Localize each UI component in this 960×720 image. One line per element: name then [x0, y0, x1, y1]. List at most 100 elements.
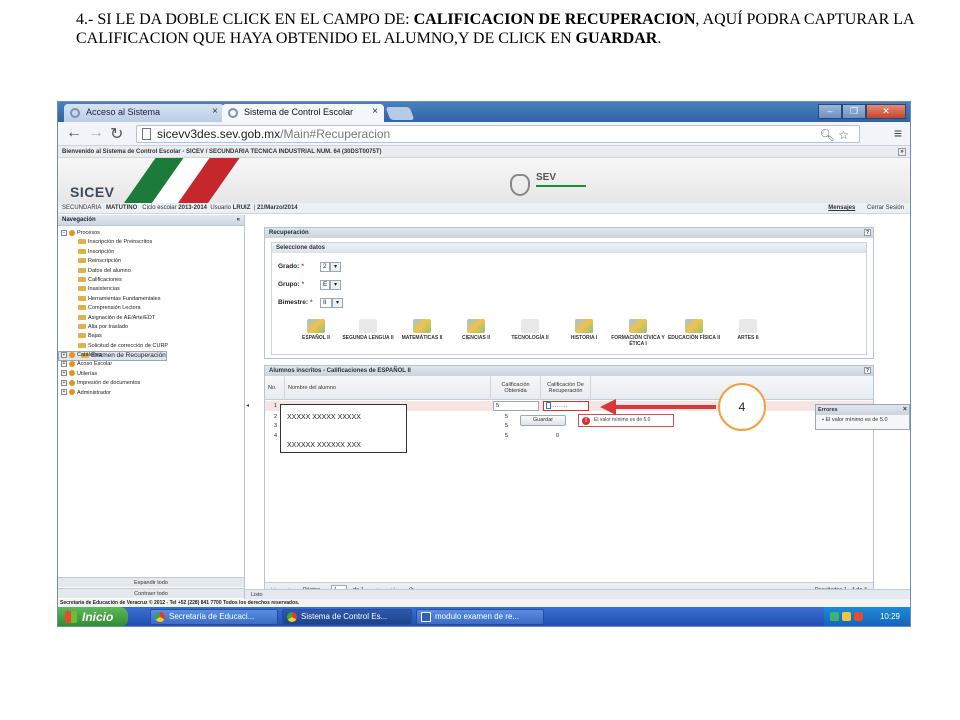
save-button[interactable]: Guardar [520, 415, 566, 426]
sidebar-item[interactable]: Herramientas Fundamentales [58, 295, 244, 304]
grupo-select[interactable]: E ▾ [320, 280, 341, 290]
subject-matematicas[interactable]: MATEMÁTICAS II [392, 319, 452, 341]
tree-impresion[interactable]: + Impresión de documentos [58, 379, 244, 388]
fieldset-title: Seleccione datos [272, 243, 866, 253]
window-close-icon[interactable]: ✕ [866, 104, 906, 119]
restore-icon[interactable]: ❐ [842, 104, 866, 119]
clock: 10:29 [879, 612, 900, 621]
expand-node-icon[interactable]: + [61, 389, 67, 396]
expand-all-button[interactable]: Expandir todo [58, 577, 244, 587]
back-icon[interactable]: ← [66, 124, 82, 142]
chevron-down-icon[interactable]: ▾ [330, 280, 341, 290]
student-name: XXXXX XXXXX XXXXX [287, 414, 361, 421]
logout-link[interactable]: Cerrar Sesión [867, 205, 904, 211]
sidebar-item[interactable]: Bajas [58, 332, 244, 341]
sidebar-item[interactable]: Alta por traslado [58, 323, 244, 332]
sidebar-item[interactable]: Calificaciones [58, 276, 244, 285]
user-value: LRUIZ [232, 205, 251, 211]
start-button[interactable]: Inicio [58, 607, 128, 626]
status-text: Listo [245, 589, 910, 599]
session-actions: Mensajes Cerrar Sesión [828, 203, 904, 214]
grade-value: 5 [496, 403, 500, 409]
address-bar[interactable]: sicevv3des.sev.gob.mx/Main#Recuperacion … [136, 125, 860, 143]
subject-segunda-lengua[interactable]: SEGUNDA LENGUA II [338, 319, 398, 341]
subject-ciencias[interactable]: CIENCIAS II [446, 319, 506, 341]
tab-control-escolar[interactable]: Sistema de Control Escolar × [222, 104, 384, 122]
subject-artes[interactable]: ARTES II [718, 319, 778, 341]
chrome-icon [287, 612, 297, 622]
tooltip-text: El valor mínimo es de 5.0 [594, 417, 651, 423]
subject-historia[interactable]: HISTORIA I [554, 319, 614, 341]
student-name: XXXXXX XXXXXX XXX [287, 442, 361, 449]
grado-select[interactable]: 2 ▾ [320, 262, 341, 272]
expand-node-icon[interactable]: + [61, 361, 67, 368]
help-icon[interactable]: ? [864, 229, 871, 236]
close-icon[interactable]: × [903, 405, 907, 415]
subject-espanol[interactable]: ESPAÑOL II [286, 319, 346, 341]
expand-node-icon[interactable]: + [61, 351, 67, 358]
taskbar-item-active[interactable]: Sistema de Control Es... [282, 609, 412, 625]
recuperacion-panel: Recuperación ? Seleccione datos Grado: * … [264, 227, 874, 359]
tree-label: Acoso Escolar [77, 361, 113, 368]
required-mark: * [309, 299, 313, 306]
tree-label: Impresión de documentos [77, 380, 141, 387]
sidebar-item[interactable]: Inasistencias [58, 285, 244, 294]
column-recovery[interactable]: Calificación De Recuperación [541, 376, 591, 400]
folder-icon [78, 305, 86, 311]
collapse-node-icon[interactable]: − [61, 229, 67, 236]
minimize-icon[interactable]: – [818, 104, 842, 119]
volume-icon[interactable] [854, 612, 863, 621]
level-text: SECUNDARIA [62, 205, 102, 211]
column-name[interactable]: Nombre del alumno [285, 376, 491, 400]
reload-icon[interactable]: ↻ [110, 124, 123, 144]
sidebar-item[interactable]: Reinscripción [58, 257, 244, 266]
subject-formacion-civica[interactable]: FORMACIÓN CÍVICA Y ÉTICA I [608, 319, 668, 347]
column-no[interactable]: No. [265, 376, 285, 400]
tab-close-icon[interactable]: × [212, 106, 218, 117]
tab-close-icon[interactable]: × [372, 106, 378, 117]
help-icon[interactable]: ? [864, 367, 871, 374]
expand-node-icon[interactable]: + [61, 379, 67, 386]
chevron-down-icon[interactable]: ▾ [332, 298, 343, 308]
expand-node-icon[interactable]: + [61, 370, 67, 377]
tree-catalogos[interactable]: + Catálogos [58, 351, 244, 360]
browser-menu-icon[interactable]: ≡ [894, 125, 902, 141]
sidebar-item[interactable]: Inscripción [58, 248, 244, 257]
subject-educacion-fisica[interactable]: EDUCACIÓN FÍSICA II [664, 319, 724, 341]
subject-tecnologia[interactable]: TECNOLOGÍA II [500, 319, 560, 341]
taskbar-item[interactable]: modulo examen de re... [416, 609, 544, 625]
shield-icon[interactable] [842, 612, 851, 621]
chevron-down-icon[interactable]: ▾ [330, 262, 341, 272]
tree-utilerias[interactable]: + Utilerías [58, 370, 244, 379]
taskbar-item[interactable]: Secretaría de Educaci... [150, 609, 278, 625]
sidebar-item[interactable]: Asignación de AE/Arte/EDT [58, 314, 244, 323]
collapse-all-button[interactable]: Contraer todo [58, 588, 244, 598]
sidebar-item[interactable]: Solicitud de corrección de CURP [58, 342, 244, 351]
forward-icon[interactable]: → [88, 124, 104, 142]
bimestre-select[interactable]: II ▾ [320, 298, 343, 308]
user-label: Usuario [210, 205, 232, 211]
windows-taskbar: Inicio Secretaría de Educaci... Sistema … [58, 607, 910, 626]
network-icon[interactable] [830, 612, 839, 621]
sidebar-item[interactable]: Inscripción de Preinscritos [58, 238, 244, 247]
zoom-star-icon[interactable]: 🔍︎ ☆ [820, 127, 849, 143]
collapse-header-icon[interactable]: » [898, 148, 906, 156]
new-tab-button[interactable] [385, 107, 415, 120]
tree-acoso[interactable]: + Acoso Escolar [58, 360, 244, 369]
subject-label: ARTES II [737, 335, 759, 341]
sidebar-item[interactable]: Comprensión Lectora [58, 304, 244, 313]
welcome-text: Bienvenido al Sistema de Control Escolar… [62, 149, 382, 155]
bimestre-row: Bimestre: * [278, 299, 313, 306]
sidebar-item[interactable]: Datos del alumno [58, 267, 244, 276]
grade-value: 5 [505, 433, 509, 439]
column-grade[interactable]: Calificación Obtenida [491, 376, 541, 400]
tree-administrador[interactable]: + Administrador [58, 389, 244, 398]
tree-procesos[interactable]: − Procesos [58, 229, 244, 238]
recovery-grade-input[interactable]: ……… [543, 401, 589, 411]
tab-acceso[interactable]: Acceso al Sistema × [64, 104, 224, 122]
app-banner: SICEV SEV [58, 158, 910, 203]
collapse-sidebar-icon[interactable]: « [237, 215, 240, 226]
shift-text: MATUTINO [106, 205, 138, 211]
splitter-handle[interactable]: ◂ [246, 402, 249, 409]
messages-link[interactable]: Mensajes [828, 205, 855, 211]
